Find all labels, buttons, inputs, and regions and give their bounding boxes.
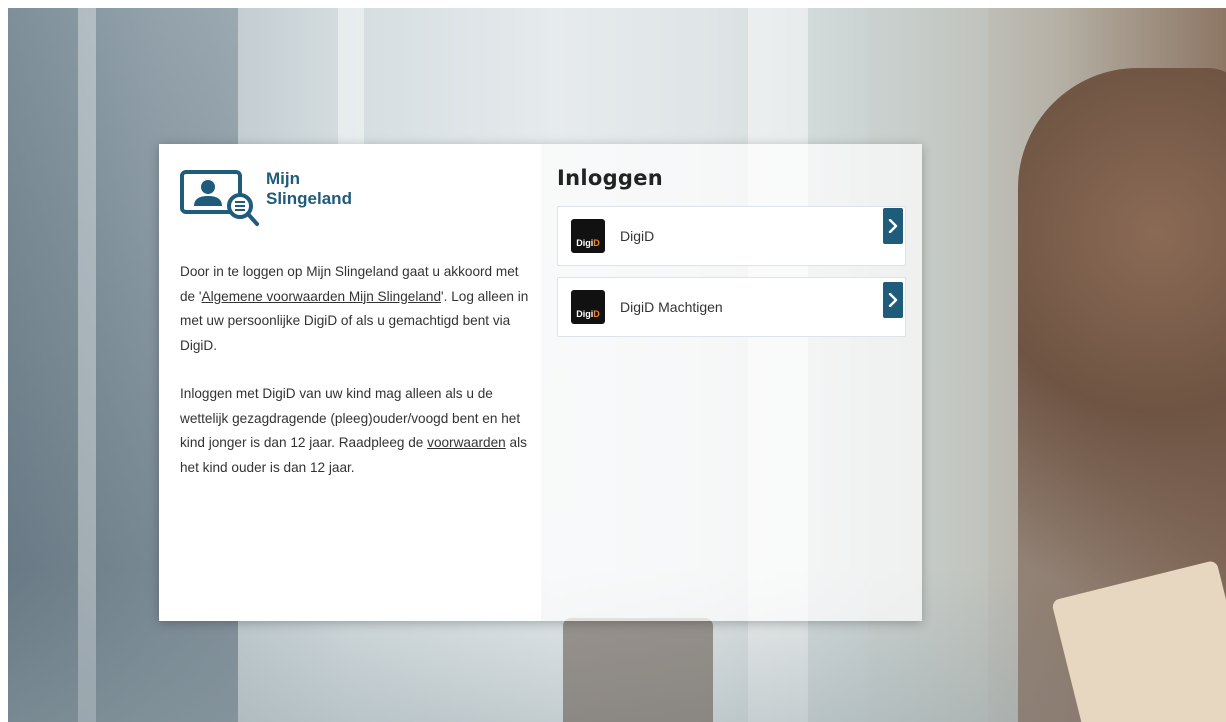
terms-link[interactable]: Algemene voorwaarden Mijn Slingeland xyxy=(202,289,442,304)
logo: Mijn Slingeland xyxy=(180,168,529,234)
user-screen-magnifier-icon xyxy=(180,170,259,226)
login-panel: Inloggen Digi D DigiD Digi D DigiD Machtig… xyxy=(541,144,922,621)
intro-text: Door in te loggen op Mijn Slingeland gaa… xyxy=(180,260,529,480)
login-option-label: DigiD xyxy=(620,228,655,244)
login-title: Inloggen xyxy=(557,166,664,190)
chevron-right-icon[interactable] xyxy=(883,282,903,318)
digid-logo-orange: D xyxy=(593,238,600,248)
info-panel: Mijn Slingeland Door in te loggen op Mij… xyxy=(159,144,541,621)
digid-logo-white: Digi xyxy=(576,309,594,319)
digid-logo-white: Digi xyxy=(576,238,594,248)
logo-line-1: Mijn xyxy=(266,169,300,188)
login-option-label: DigiD Machtigen xyxy=(620,299,723,315)
conditions-link[interactable]: voorwaarden xyxy=(427,435,506,450)
digid-logo: Digi D xyxy=(571,290,605,324)
logo-line-2: Slingeland xyxy=(266,189,352,208)
login-option-digid[interactable]: Digi D DigiD xyxy=(557,206,906,266)
login-card: Mijn Slingeland Door in te loggen op Mij… xyxy=(159,144,922,621)
digid-logo-orange: D xyxy=(593,309,600,319)
terms-paragraph: Door in te loggen op Mijn Slingeland gaa… xyxy=(180,260,529,358)
child-paragraph: Inloggen met DigiD van uw kind mag allee… xyxy=(180,382,529,480)
logo-text: Mijn Slingeland xyxy=(266,169,352,209)
chevron-right-icon[interactable] xyxy=(883,208,903,244)
login-option-digid-machtigen[interactable]: Digi D DigiD Machtigen xyxy=(557,277,906,337)
digid-logo: Digi D xyxy=(571,219,605,253)
